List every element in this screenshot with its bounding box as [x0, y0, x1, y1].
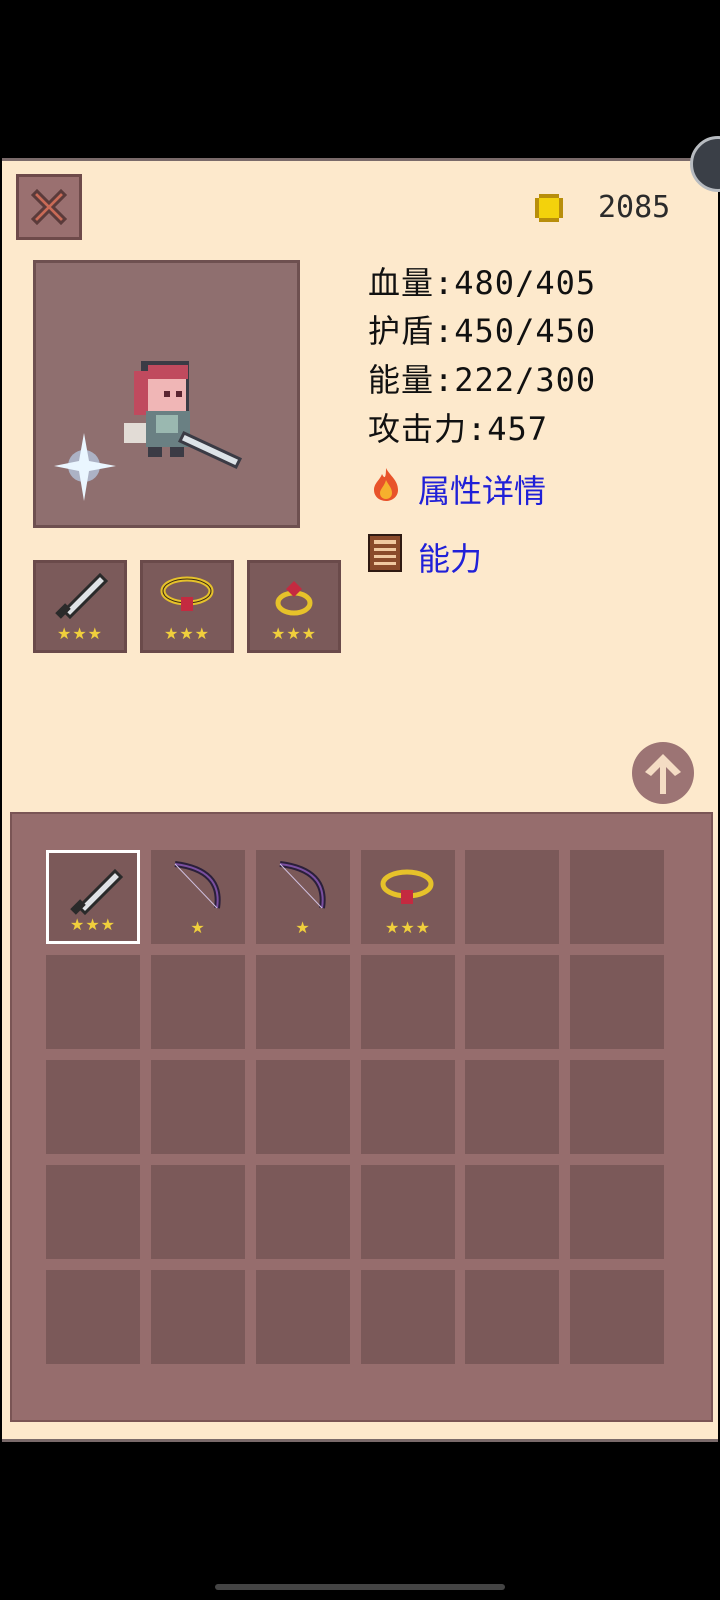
attribute-details-link[interactable]: 属性详情 [418, 466, 546, 512]
star-rating: ★★★ [384, 918, 432, 937]
character-sprite-icon [124, 361, 243, 469]
star-rating: ★★★ [56, 624, 104, 643]
ruby-necklace-icon [160, 576, 214, 611]
inventory-slot-empty[interactable] [46, 1270, 140, 1364]
inventory-slot-empty[interactable] [570, 955, 664, 1049]
inventory-slot-empty[interactable] [570, 1060, 664, 1154]
inventory-slot-empty[interactable] [465, 1060, 559, 1154]
inventory-slot-empty[interactable] [46, 955, 140, 1049]
gold-coin-icon [535, 194, 563, 222]
star-rating: ★ [295, 918, 311, 937]
inventory-slot-empty[interactable] [256, 955, 350, 1049]
star-rating: ★ [190, 918, 206, 937]
inventory-slot-empty[interactable] [151, 955, 245, 1049]
stat-energy: 能量:222/300 [368, 361, 597, 399]
gold-amount: 2085 [598, 190, 671, 225]
close-icon [30, 188, 68, 226]
inventory-slot-empty[interactable] [151, 1165, 245, 1259]
inventory-slot-empty[interactable] [361, 1270, 455, 1364]
inventory-slot-sword[interactable]: ★★★ [46, 850, 140, 944]
star-rating: ★★★ [69, 915, 117, 934]
character-portrait [33, 260, 300, 528]
inventory-slot-empty[interactable] [465, 1165, 559, 1259]
inventory-slot-empty[interactable] [256, 1165, 350, 1259]
inventory-slot-empty[interactable] [361, 1060, 455, 1154]
star-rating: ★★★ [270, 624, 318, 643]
stat-shield: 护盾:450/450 [368, 312, 597, 350]
sword-icon [51, 859, 139, 923]
dark-bow-icon [153, 856, 241, 920]
inventory-slot-dark-bow[interactable]: ★ [151, 850, 245, 944]
inventory-slot-empty[interactable] [361, 1165, 455, 1259]
inventory-slot-empty[interactable] [151, 1060, 245, 1154]
inventory-slot-empty[interactable] [570, 850, 664, 944]
inventory-slot-dark-bow[interactable]: ★ [256, 850, 350, 944]
dark-bow-icon [258, 856, 346, 920]
arrow-up-icon [645, 754, 681, 794]
ruby-ring-icon [275, 581, 313, 616]
inventory-slot-empty[interactable] [465, 955, 559, 1049]
stat-attack: 攻击力:457 [368, 410, 549, 448]
sparkle-icon [54, 433, 116, 501]
equipped-weapon-slot[interactable]: ★★★ [33, 560, 127, 653]
close-button[interactable] [16, 174, 82, 240]
sword-icon [55, 572, 109, 620]
inventory-slot-empty[interactable] [570, 1270, 664, 1364]
inventory-slot-empty[interactable] [465, 1270, 559, 1364]
inventory-slot-empty[interactable] [151, 1270, 245, 1364]
stat-hp: 血量:480/405 [368, 264, 597, 302]
inventory-slot-empty[interactable] [465, 850, 559, 944]
book-icon [368, 534, 402, 572]
sort-button[interactable] [632, 742, 694, 804]
equipped-necklace-slot[interactable]: ★★★ [140, 560, 234, 653]
inventory-slot-ruby-necklace[interactable]: ★★★ [361, 850, 455, 944]
inventory-slot-empty[interactable] [46, 1060, 140, 1154]
star-rating: ★★★ [163, 624, 211, 643]
flame-icon [374, 468, 398, 501]
abilities-link[interactable]: 能力 [418, 534, 482, 580]
ruby-necklace-icon [363, 856, 451, 920]
inventory-slot-empty[interactable] [361, 955, 455, 1049]
inventory-slot-empty[interactable] [570, 1165, 664, 1259]
inventory-slot-empty[interactable] [256, 1060, 350, 1154]
home-indicator[interactable] [215, 1584, 505, 1590]
inventory-slot-empty[interactable] [46, 1165, 140, 1259]
equipped-ring-slot[interactable]: ★★★ [247, 560, 341, 653]
inventory-slot-empty[interactable] [256, 1270, 350, 1364]
